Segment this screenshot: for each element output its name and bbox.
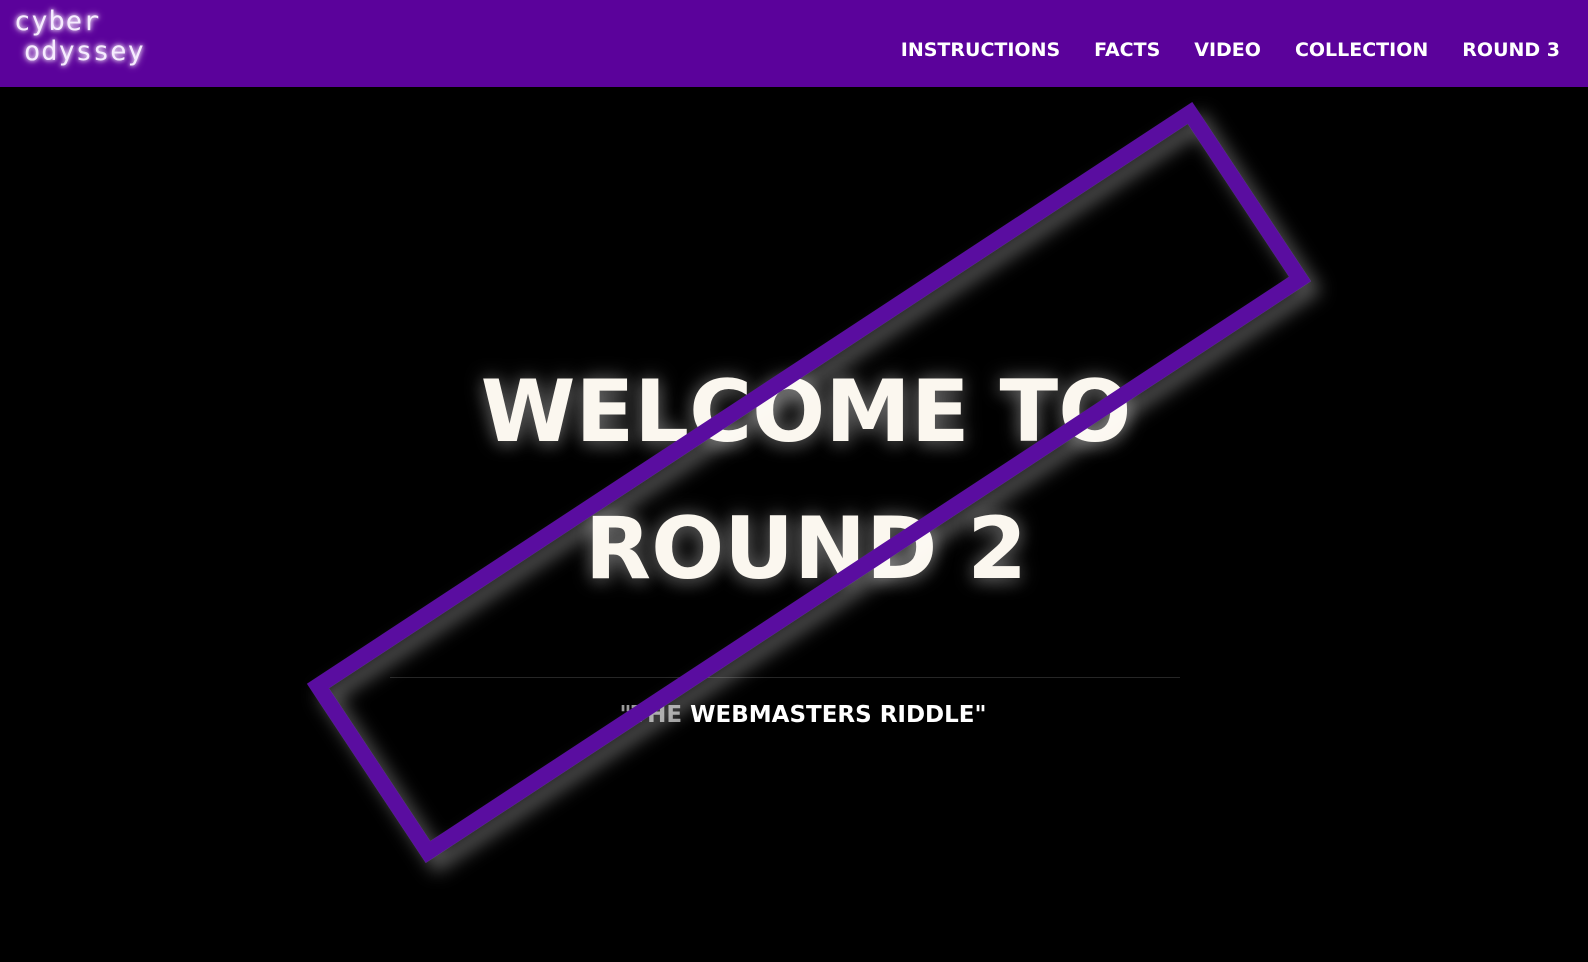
top-navbar: cyber odyssey INSTRUCTIONS FACTS VIDEO C… bbox=[0, 0, 1588, 87]
cyber-odyssey-logo[interactable]: cyber odyssey bbox=[14, 8, 174, 78]
subtitle-text: WEBMASTERS RIDDLE" bbox=[682, 702, 987, 728]
nav-link-collection[interactable]: COLLECTION bbox=[1295, 39, 1428, 61]
nav-link-round-3[interactable]: ROUND 3 bbox=[1462, 39, 1560, 61]
nav-link-instructions[interactable]: INSTRUCTIONS bbox=[901, 39, 1060, 61]
nav-link-video[interactable]: VIDEO bbox=[1194, 39, 1261, 61]
nav-link-facts[interactable]: FACTS bbox=[1094, 39, 1160, 61]
hero-section: WELCOME TO ROUND 2 "THE WEBMASTERS RIDDL… bbox=[0, 87, 1588, 962]
nav-links: INSTRUCTIONS FACTS VIDEO COLLECTION ROUN… bbox=[901, 0, 1560, 87]
logo-text-line1: cyber bbox=[14, 6, 101, 37]
subtitle-quote-open: "THE bbox=[619, 702, 683, 728]
hero-divider bbox=[390, 677, 1180, 678]
hero-headline-line2: ROUND 2 bbox=[584, 499, 1028, 599]
hero-headline-line1: WELCOME TO bbox=[480, 362, 1132, 462]
logo-text-line2: odyssey bbox=[24, 36, 145, 67]
hero-subtitle: "THE WEBMASTERS RIDDLE" bbox=[0, 702, 1588, 728]
